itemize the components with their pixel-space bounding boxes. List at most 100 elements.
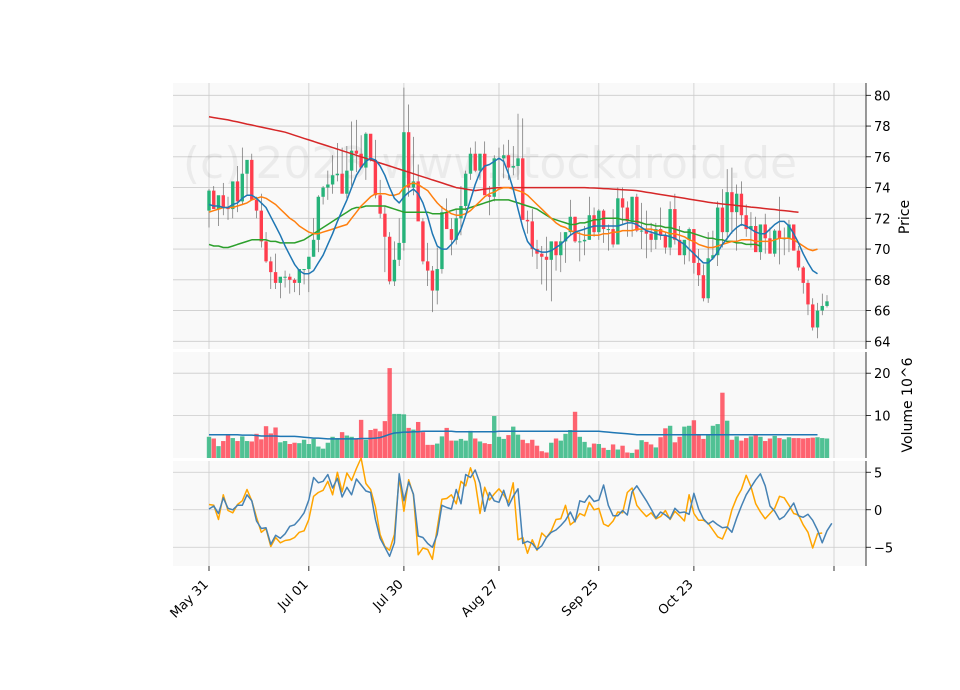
candle-body [715, 207, 720, 256]
candle-body [620, 198, 625, 208]
candle-body [544, 256, 549, 260]
candle-body [720, 207, 725, 233]
volume-bar [696, 434, 701, 458]
candle-body [345, 170, 349, 194]
volume-bar [482, 443, 487, 458]
volume-bar [720, 392, 725, 458]
volume-bar [667, 425, 673, 458]
price-tick-label: 64 [874, 335, 891, 350]
candle-body [311, 239, 316, 257]
volume-bar [396, 413, 402, 458]
candle-body [597, 210, 601, 233]
candle-body [773, 230, 777, 254]
candle-body [525, 219, 530, 222]
volume-bar [539, 451, 544, 458]
volume-bar [287, 444, 293, 458]
candle-body [416, 181, 420, 222]
volume-bar [434, 443, 440, 458]
candle-body [302, 269, 306, 271]
candle-body [753, 225, 758, 253]
volume-bar [225, 434, 231, 458]
volume-bar [739, 440, 744, 458]
candle-body [273, 272, 278, 283]
volume-bar [363, 439, 369, 458]
volume-bar [216, 446, 221, 458]
volume-tick-label: 20 [874, 367, 891, 382]
volume-bar [235, 441, 240, 458]
volume-bar [558, 440, 563, 458]
candle-body [354, 150, 359, 154]
volume-bar [658, 437, 663, 458]
candle-body [250, 159, 254, 200]
candle-body [283, 276, 287, 278]
volume-bar [734, 436, 739, 458]
candle-body [701, 275, 706, 299]
y-axes: 64 66 68 70 72 74 76 78 80 10 20 5 0 −5 [865, 83, 893, 566]
volume-bar [278, 442, 283, 458]
x-tick-label: Oct 23 [656, 577, 697, 618]
candle-body [435, 269, 439, 291]
volume-bar [772, 435, 777, 458]
x-axis: May 31 Jul 01 Jul 30 Aug 27 Sep 25 Oct 23 [168, 566, 835, 621]
volume-bar [316, 446, 321, 458]
candle-body [235, 181, 240, 202]
volume-bar [620, 445, 625, 458]
price-tick-label: 66 [874, 305, 891, 320]
candle-body [221, 195, 225, 208]
volume-bar [439, 436, 445, 458]
volume-tick-label: 10 [874, 410, 891, 425]
candle-body [725, 192, 729, 233]
candle-body [649, 233, 653, 240]
price-tick-label: 74 [874, 182, 891, 197]
price-tick-label: 70 [874, 243, 891, 258]
volume-bar [211, 438, 216, 458]
volume-bar [553, 438, 559, 458]
volume-bar [463, 440, 468, 458]
price-tick-label: 76 [874, 151, 891, 166]
volume-bar [815, 437, 820, 458]
candle-body [777, 230, 782, 239]
candle-body [521, 158, 525, 220]
candle-body [592, 215, 596, 233]
candle-body [444, 212, 449, 230]
volume-bar [530, 439, 535, 458]
candle-body [796, 250, 801, 268]
volume-bar [653, 447, 659, 458]
x-tick-label: Jul 30 [370, 577, 407, 614]
candle-body [487, 195, 492, 197]
volume-bar [724, 420, 730, 458]
volume-bar [354, 439, 359, 458]
candle-body [540, 253, 544, 257]
volume-bar [549, 442, 554, 458]
volume-bar [629, 452, 635, 458]
volume-bar [458, 438, 464, 458]
candle-body [573, 216, 577, 242]
x-tick-label: Jul 01 [275, 577, 312, 614]
candle-body [378, 195, 382, 214]
volume-bar [420, 432, 426, 458]
volume-bar [758, 436, 763, 458]
volume-bar [487, 444, 492, 458]
volume-bar [786, 437, 792, 458]
volume-bar [506, 435, 511, 458]
volume-bar [520, 439, 525, 458]
volume-bar [249, 441, 254, 458]
volume-bar [796, 438, 801, 458]
volume-bar [263, 426, 269, 458]
volume-bar [244, 441, 250, 458]
volume-bar [273, 427, 278, 458]
volume-bar [648, 444, 654, 458]
volume-bar [663, 428, 668, 458]
volume-bar [820, 438, 825, 458]
candle-body [254, 199, 259, 211]
volume-bar [677, 436, 682, 458]
candle-body [811, 304, 815, 328]
volume-bar [311, 438, 316, 458]
candle-body [663, 235, 668, 248]
volume-bar [515, 434, 521, 458]
candle-body [734, 193, 739, 213]
candle-body [321, 187, 325, 197]
volume-bar [644, 441, 649, 458]
candle-body [430, 270, 435, 291]
volume-bar [368, 430, 373, 458]
